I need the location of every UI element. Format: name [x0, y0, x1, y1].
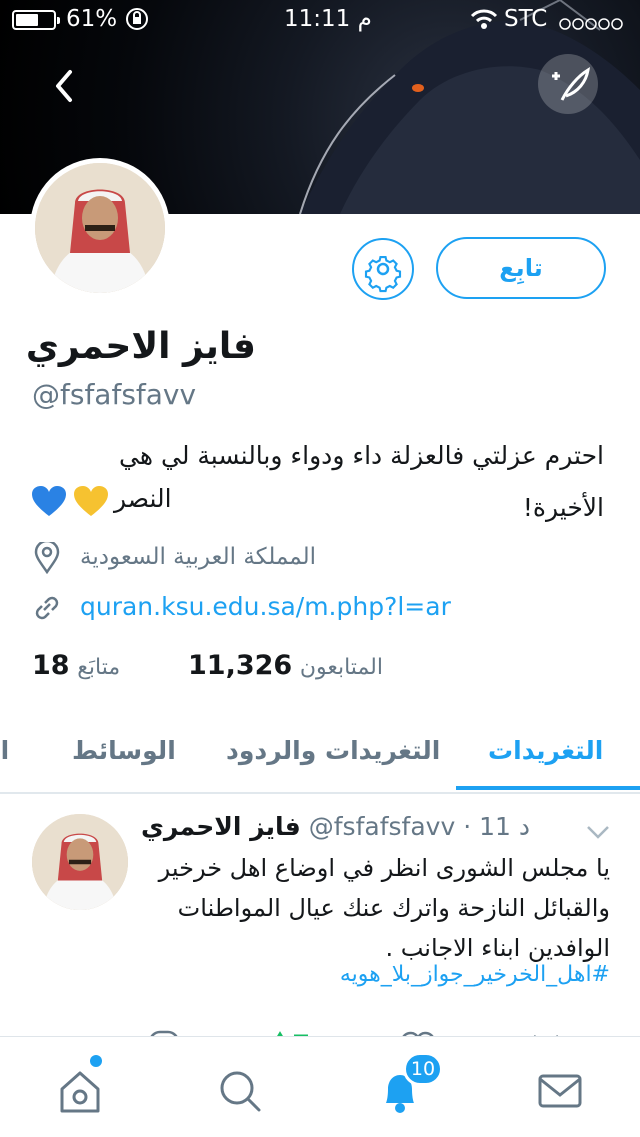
profile-name: فايز الاحمري [25, 326, 256, 367]
tweet-time: 11 د [479, 812, 530, 841]
gear-icon [364, 256, 402, 293]
profile-tabs: التغريدات التغريدات والردود الوسائط الإ [0, 716, 640, 794]
tab-likes[interactable]: الإ [0, 736, 9, 765]
status-bar: 61% 11:11 م STC [0, 0, 640, 40]
followers-stat[interactable]: المتابعون 11,326 [188, 650, 383, 681]
tweet-header: فايز الاحمري @fsfafsfavv · 11 د [140, 812, 530, 841]
website-link[interactable]: quran.ksu.edu.sa/m.php?l=ar [80, 592, 451, 621]
settings-button[interactable] [352, 238, 414, 300]
battery-percent: 61% [66, 6, 118, 32]
status-time: 11:11 م [284, 6, 372, 32]
profile-website[interactable]: quran.ksu.edu.sa/m.php?l=ar [32, 590, 512, 626]
avatar-image [35, 163, 165, 293]
notifications-badge: 10 [403, 1052, 443, 1086]
carrier-name: STC [504, 6, 548, 32]
bio-line2-text: النصر [114, 484, 172, 513]
link-icon [35, 596, 59, 620]
active-tab-indicator [456, 786, 640, 790]
tweet-author-handle: @fsfafsfavv [308, 812, 456, 841]
followers-label: المتابعون [299, 655, 383, 680]
tweet-avatar[interactable] [32, 814, 128, 910]
rotation-lock-icon [124, 6, 150, 38]
home-icon[interactable] [52, 1063, 108, 1119]
profile-location: المملكة العربية السعودية [32, 540, 352, 576]
blue-heart-icon [32, 486, 66, 516]
followers-count: 11,326 [188, 650, 293, 681]
follow-button[interactable]: تابِع [436, 237, 606, 299]
tweet-author-name: فايز الاحمري [140, 812, 301, 841]
following-count: 18 [32, 650, 70, 681]
home-unread-dot [90, 1055, 102, 1067]
tweet-item[interactable]: فايز الاحمري @fsfafsfavv · 11 د يا مجلس … [0, 794, 640, 1054]
following-stat[interactable]: متابَع 18 [32, 650, 120, 681]
tab-tweets[interactable]: التغريدات [488, 736, 603, 765]
search-icon[interactable] [212, 1063, 268, 1119]
tab-tweets-replies[interactable]: التغريدات والردود [226, 736, 440, 765]
profile-avatar[interactable] [30, 158, 170, 298]
yellow-heart-icon [74, 486, 108, 516]
wifi-icon [470, 8, 498, 36]
compose-feather-icon [552, 67, 591, 101]
following-label: متابَع [77, 655, 121, 680]
tweet-hashtag[interactable]: #اهل_الخرخير_جواز_بلا_هويه [150, 962, 610, 987]
location-pin-icon [34, 542, 60, 574]
tab-media[interactable]: الوسائط [72, 736, 176, 765]
chevron-left-icon [56, 70, 72, 102]
messages-envelope-icon[interactable] [532, 1063, 588, 1119]
location-text: المملكة العربية السعودية [80, 544, 316, 570]
bottom-tab-bar [0, 1036, 640, 1137]
signal-icon [558, 12, 628, 38]
tweet-text: يا مجلس الشورى انظر في اوضاع اهل خرخير و… [158, 854, 610, 962]
chevron-down-icon[interactable] [584, 822, 612, 842]
compose-tweet-button[interactable] [538, 54, 598, 114]
profile-handle: @fsfafsfavv [32, 378, 197, 411]
battery-icon [12, 10, 60, 30]
back-button[interactable] [40, 62, 88, 110]
profile-bio-line2: النصر [32, 478, 232, 518]
